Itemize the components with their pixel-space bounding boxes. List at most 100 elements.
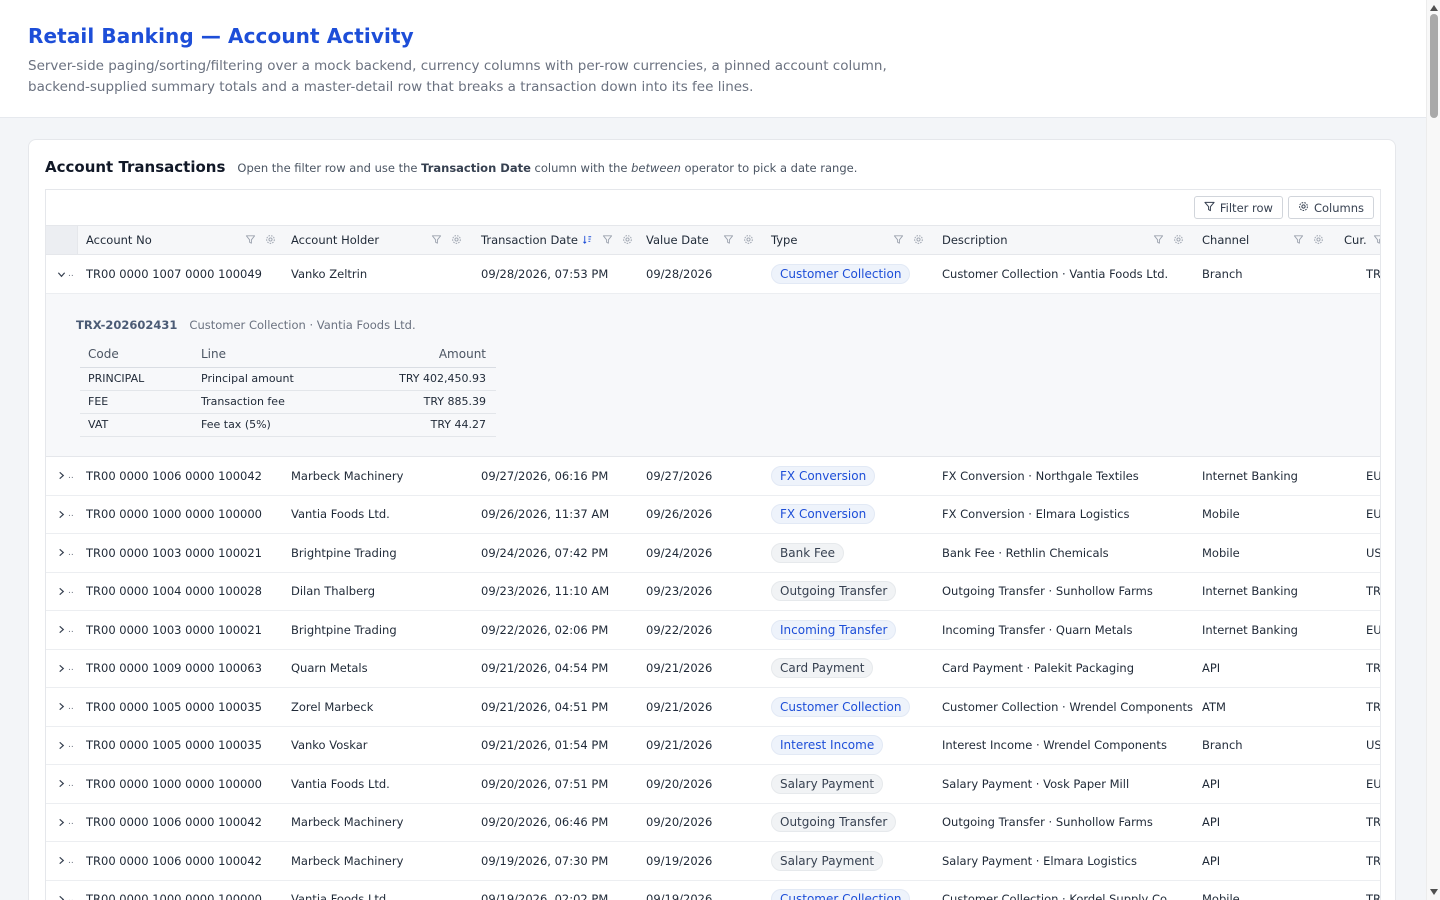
column-settings-icon[interactable] bbox=[265, 234, 276, 245]
cell-account-holder: Dilan Thalberg bbox=[291, 584, 375, 599]
fee-line-code: VAT bbox=[80, 413, 193, 437]
column-settings-icon[interactable] bbox=[913, 234, 924, 245]
sort-desc-icon[interactable] bbox=[582, 234, 593, 245]
cell-channel: API bbox=[1202, 815, 1221, 830]
table-row[interactable]: .. TR00 0000 1007 0000 100049 Vanko Zeltri… bbox=[46, 255, 1380, 294]
column-filter-icon[interactable] bbox=[1373, 234, 1380, 245]
cell-type: Incoming Transfer bbox=[771, 611, 936, 649]
fee-line-code: FEE bbox=[80, 390, 193, 414]
chevron-right-icon[interactable]: .. bbox=[57, 881, 74, 900]
cell-channel: API bbox=[1202, 776, 1221, 791]
fee-line-row: VAT Fee tax (5%) TRY 44.27 bbox=[80, 413, 496, 437]
cell-description: Card Payment · Palekit Packaging bbox=[942, 661, 1135, 676]
column-filter-icon[interactable] bbox=[1153, 234, 1164, 245]
chevron-right-icon[interactable]: .. bbox=[57, 611, 74, 649]
cell-account-holder: Brightpine Trading bbox=[291, 622, 397, 637]
chevron-right-icon[interactable]: .. bbox=[57, 650, 74, 688]
scroll-thumb[interactable] bbox=[1430, 14, 1438, 118]
hint-italic: between bbox=[631, 161, 681, 175]
filter-row-label: Filter row bbox=[1219, 200, 1273, 215]
table-row[interactable]: .. TR00 0000 1003 0000 100021 Brightpine T… bbox=[46, 611, 1380, 650]
cell-description: Bank Fee · Rethlin Chemicals bbox=[942, 545, 1109, 560]
cell-transaction-date: 09/20/2026, 06:46 PM bbox=[481, 815, 609, 830]
cell-transaction-date: 09/21/2026, 04:54 PM bbox=[481, 661, 609, 676]
table-row[interactable]: .. TR00 0000 1003 0000 100021 Brightpine T… bbox=[46, 534, 1380, 573]
fee-line-row: FEE Transaction fee TRY 885.39 bbox=[80, 390, 496, 414]
table-row[interactable]: .. TR00 0000 1000 0000 100000 Vantia Foods… bbox=[46, 765, 1380, 804]
column-filter-icon[interactable] bbox=[431, 234, 442, 245]
chevron-right-icon[interactable]: .. bbox=[57, 457, 74, 495]
cell-channel: Mobile bbox=[1202, 507, 1240, 522]
chevron-right-icon[interactable]: .. bbox=[57, 804, 74, 842]
hint-bold: Transaction Date bbox=[421, 161, 531, 175]
table-row[interactable]: .. TR00 0000 1004 0000 100028 Dilan Thalbe… bbox=[46, 573, 1380, 611]
column-filter-icon[interactable] bbox=[1293, 234, 1304, 245]
cell-value-date: 09/21/2026 bbox=[646, 661, 713, 676]
cell-account-holder: Vantia Foods Ltd. bbox=[291, 892, 390, 900]
cell-type: Card Payment bbox=[771, 650, 936, 688]
chevron-right-icon[interactable]: .. bbox=[57, 534, 74, 572]
col-icons-currency bbox=[1373, 234, 1380, 245]
filter-row-button[interactable]: Filter row bbox=[1193, 196, 1283, 219]
cell-description: Outgoing Transfer · Sunhollow Farms bbox=[942, 584, 1153, 599]
col-header-description[interactable]: Description bbox=[942, 226, 1142, 254]
cell-account-no: TR00 0000 1000 0000 100000 bbox=[86, 892, 262, 900]
column-filter-icon[interactable] bbox=[245, 234, 256, 245]
table-row[interactable]: .. TR00 0000 1009 0000 100063 Quarn Metals… bbox=[46, 650, 1380, 688]
col-icons-description bbox=[1153, 234, 1184, 245]
column-settings-icon[interactable] bbox=[622, 234, 633, 245]
fee-line-label: Transaction fee bbox=[193, 390, 353, 414]
cell-type: Bank Fee bbox=[771, 534, 936, 572]
col-header-label: Type bbox=[771, 233, 798, 247]
chevron-right-icon[interactable]: .. bbox=[57, 727, 74, 765]
table-row[interactable]: .. TR00 0000 1005 0000 100035 Zorel Marbec… bbox=[46, 688, 1380, 727]
cell-description: Customer Collection · Vantia Foods Ltd. bbox=[942, 267, 1169, 281]
cell-channel: API bbox=[1202, 661, 1221, 676]
page-title: Retail Banking — Account Activity bbox=[28, 24, 414, 48]
table-row[interactable]: .. TR00 0000 1005 0000 100035 Vanko Voskar… bbox=[46, 727, 1380, 765]
col-icons-account-holder bbox=[431, 234, 462, 245]
col-header-channel[interactable]: Channel bbox=[1202, 226, 1302, 254]
type-badge: Card Payment bbox=[771, 658, 874, 679]
columns-button[interactable]: Columns bbox=[1287, 196, 1374, 219]
chevron-right-icon[interactable]: .. bbox=[57, 573, 74, 611]
table-row[interactable]: .. TR00 0000 1000 0000 100000 Vantia Foods… bbox=[46, 881, 1380, 900]
cell-value-date: 09/26/2026 bbox=[646, 507, 713, 522]
cell-transaction-date: 09/19/2026, 02:02 PM bbox=[481, 892, 609, 900]
cell-account-no: TR00 0000 1006 0000 100042 bbox=[86, 815, 262, 830]
column-filter-icon[interactable] bbox=[602, 234, 613, 245]
col-icons-transaction-date bbox=[582, 234, 633, 245]
chevron-right-icon[interactable]: .. bbox=[57, 496, 74, 534]
type-badge: FX Conversion bbox=[771, 504, 876, 525]
scroll-up-arrow-icon[interactable] bbox=[1429, 3, 1439, 13]
chevron-right-icon[interactable]: .. bbox=[57, 842, 74, 880]
chevron-right-icon[interactable]: .. bbox=[57, 688, 74, 726]
chevron-down-icon[interactable]: .. bbox=[57, 255, 74, 293]
column-settings-icon[interactable] bbox=[451, 234, 462, 245]
scroll-down-arrow-icon[interactable] bbox=[1429, 887, 1439, 897]
cell-transaction-date: 09/23/2026, 11:10 AM bbox=[481, 584, 610, 599]
table-row[interactable]: .. TR00 0000 1006 0000 100042 Marbeck Mach… bbox=[46, 457, 1380, 496]
column-settings-icon[interactable] bbox=[743, 234, 754, 245]
page-description: Server-side paging/sorting/filtering ove… bbox=[28, 58, 887, 95]
column-filter-icon[interactable] bbox=[893, 234, 904, 245]
type-badge: Interest Income bbox=[771, 735, 884, 756]
chevron-right-icon[interactable]: .. bbox=[57, 765, 74, 803]
cell-channel: Branch bbox=[1202, 738, 1243, 753]
page-scrollbar[interactable] bbox=[1426, 0, 1440, 900]
cell-transaction-date: 09/19/2026, 07:30 PM bbox=[481, 853, 609, 868]
column-filter-icon[interactable] bbox=[723, 234, 734, 245]
cell-currency: EU bbox=[1366, 507, 1381, 522]
table-row[interactable]: .. TR00 0000 1006 0000 100042 Marbeck Mach… bbox=[46, 842, 1380, 881]
cell-account-no: TR00 0000 1007 0000 100049 bbox=[86, 267, 262, 281]
fee-line-row: PRINCIPAL Principal amount TRY 402,450.93 bbox=[80, 367, 496, 391]
cell-type: FX Conversion bbox=[771, 457, 936, 495]
table-row[interactable]: .. TR00 0000 1000 0000 100000 Vantia Foods… bbox=[46, 496, 1381, 534]
column-settings-icon[interactable] bbox=[1313, 234, 1324, 245]
table-row[interactable]: .. TR00 0000 1006 0000 100042 Marbeck Mach… bbox=[46, 804, 1380, 842]
cell-account-holder: Brightpine Trading bbox=[291, 545, 397, 560]
detail-description: Customer Collection · Vantia Foods Ltd. bbox=[189, 318, 416, 332]
transactions-grid: Filter row Columns Account No Account Ho… bbox=[45, 189, 1381, 900]
col-header-type[interactable]: Type bbox=[771, 226, 871, 254]
column-settings-icon[interactable] bbox=[1173, 234, 1184, 245]
